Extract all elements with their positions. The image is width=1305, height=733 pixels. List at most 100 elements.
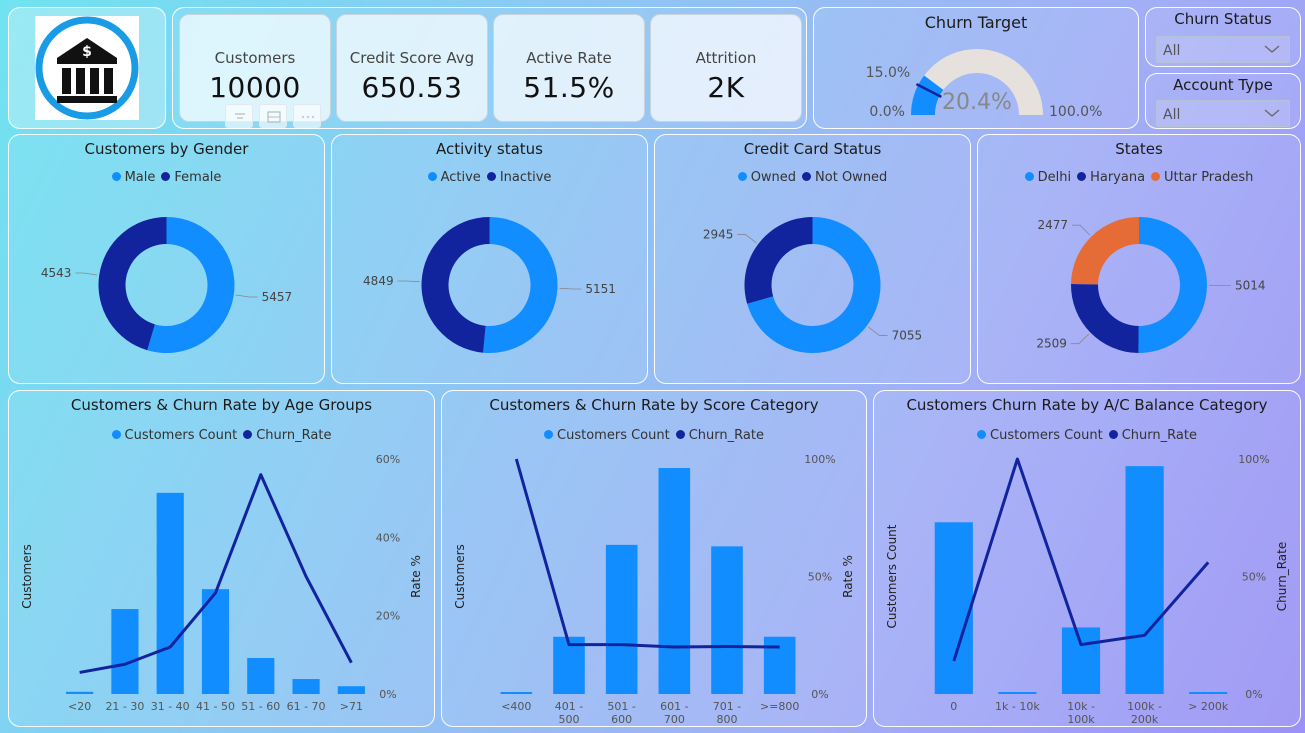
states-donut-panel: States Delhi Haryana Uttar Pradesh 5014 2509 2… [977, 134, 1301, 384]
bar [1125, 466, 1164, 694]
svg-text:$: $ [82, 44, 92, 60]
slicer-title: Churn Status [1174, 10, 1272, 28]
x-tick-label: 401 - [555, 700, 583, 713]
x-tick-label: 10k - [1067, 700, 1095, 713]
kpi-label: Active Rate [526, 49, 612, 67]
donut-slice [1138, 217, 1207, 353]
kpi-card-attrition: Attrition 2K [650, 14, 802, 122]
x-tick-label: 700 [664, 713, 685, 726]
slicer-value: All [1163, 107, 1181, 123]
data-label-leader [75, 272, 98, 276]
data-label: 2477 [1037, 218, 1068, 232]
bar [1189, 692, 1228, 694]
bar [156, 492, 184, 694]
x-tick-label: >71 [340, 700, 363, 713]
data-label: 7055 [892, 329, 923, 343]
bar [247, 657, 275, 694]
y2-tick-label: 50% [808, 571, 832, 584]
account-type-dropdown[interactable]: All [1156, 100, 1290, 127]
y2-tick-label: 50% [1242, 571, 1266, 584]
data-label-leader [868, 326, 888, 336]
account-type-slicer: Account Type All [1145, 73, 1301, 129]
donut-chart: 5014 2509 2477 [1036, 217, 1266, 353]
donut-chart: 7055 2945 [703, 217, 923, 353]
data-label-leader [737, 234, 757, 244]
x-tick-label: <400 [501, 700, 531, 713]
donut-slice [1071, 217, 1139, 285]
more-options-icon[interactable] [293, 104, 321, 128]
bar [658, 468, 691, 694]
visual-header-toolbar [225, 104, 325, 128]
x-tick-label: 41 - 50 [196, 700, 235, 713]
data-label-leader [397, 280, 420, 283]
x-tick-label: 200k [1131, 713, 1159, 726]
y2-tick-label: 0% [379, 688, 396, 701]
bar [66, 691, 94, 694]
bar [292, 679, 320, 694]
data-label-leader [235, 294, 258, 298]
data-label: 4543 [41, 266, 72, 280]
donut-slice [483, 217, 558, 353]
bar [111, 609, 139, 694]
x-tick-label: 100k - [1127, 700, 1162, 713]
x-tick-label: 100k [1067, 713, 1095, 726]
kpi-value: 10000 [209, 71, 301, 104]
x-tick-label: <20 [68, 700, 91, 713]
x-tick-label: 61 - 70 [287, 700, 326, 713]
y2-axis-label: Rate % [409, 555, 423, 598]
data-label-leader [1072, 224, 1091, 236]
gauge-min-label: 0.0% [869, 104, 905, 120]
age-groups-chart-panel: Customers & Churn Rate by Age Groups Cust… [8, 390, 435, 727]
combo-chart: <20 21 - 30 31 - 40 41 - 50 51 - 60 61 - 70 >7… [20, 453, 423, 713]
kpi-label: Attrition [695, 49, 757, 67]
bar [500, 692, 533, 694]
x-tick-label: 701 - [713, 700, 741, 713]
churn-target-panel: Churn Target 20.4% 0.0% 100.0% 15.0% [813, 7, 1139, 129]
y2-axis-label: Rate % [841, 555, 855, 598]
bar [998, 692, 1037, 694]
kpi-card-credit-score: Credit Score Avg 650.53 [336, 14, 488, 122]
donut-slice [744, 217, 813, 304]
data-label-leader [1070, 333, 1090, 345]
activity-donut-panel: Activity status Active Inactive 5151 4849 [331, 134, 648, 384]
bar [934, 522, 973, 694]
data-label: 5457 [262, 290, 293, 304]
y-axis-label: Customers Count [885, 524, 899, 628]
churn-gauge: 20.4% 0.0% 100.0% 15.0% [866, 49, 1102, 120]
balance-category-chart-panel: Customers Churn Rate by A/C Balance Cate… [873, 390, 1301, 727]
data-label: 2509 [1036, 337, 1067, 351]
donut-slice [1071, 284, 1139, 353]
kpi-label: Customers [214, 49, 296, 67]
y-axis-label: Customers [20, 544, 34, 609]
y2-tick-label: 0% [1245, 688, 1262, 701]
kpi-panel: Customers 10000 Credit Score Avg 650.53 … [172, 7, 807, 129]
kpi-value: 650.53 [361, 71, 463, 104]
filter-icon[interactable] [225, 104, 253, 128]
y2-tick-label: 60% [376, 453, 400, 466]
bar [711, 546, 743, 694]
gauge-value-label: 20.4% [942, 90, 1012, 115]
bar [1061, 627, 1101, 694]
y2-tick-label: 100% [1238, 453, 1269, 466]
focus-mode-icon[interactable] [259, 104, 287, 128]
data-label-leader [559, 287, 582, 290]
x-tick-label: 1k - 10k [995, 700, 1040, 713]
churn-status-dropdown[interactable]: All [1156, 36, 1290, 63]
x-tick-label: 31 - 40 [151, 700, 190, 713]
x-tick-label: 601 - [660, 700, 688, 713]
x-tick-label: 600 [611, 713, 632, 726]
donut-chart: 5457 4543 [41, 217, 293, 353]
chevron-down-icon [1263, 105, 1281, 125]
y2-tick-label: 40% [376, 531, 400, 544]
donut-slice [421, 217, 490, 353]
x-tick-label: 51 - 60 [241, 700, 280, 713]
kpi-label: Credit Score Avg [349, 49, 475, 67]
gender-donut-panel: Customers by Gender Male Female 5457 4543 [8, 134, 325, 384]
gauge-target-label: 15.0% [866, 65, 910, 81]
x-tick-label: 501 - [607, 700, 635, 713]
data-label: 2945 [703, 227, 734, 241]
y2-axis-label: Churn_Rate [1275, 542, 1289, 611]
score-category-chart-panel: Customers & Churn Rate by Score Category… [441, 390, 867, 727]
chevron-down-icon [1263, 41, 1281, 61]
x-tick-label: >=800 [760, 700, 799, 713]
